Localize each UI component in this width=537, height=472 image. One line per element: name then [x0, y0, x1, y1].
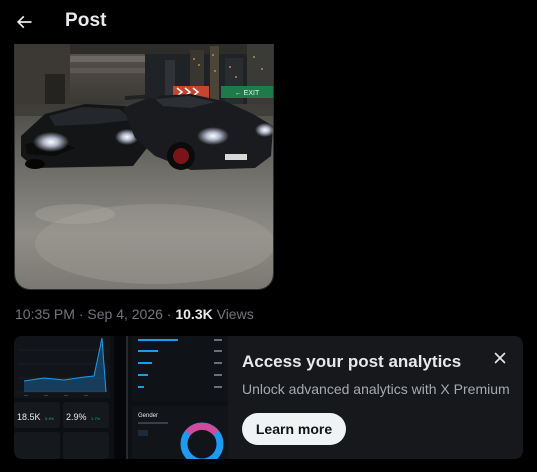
page-title: Post: [65, 10, 107, 31]
post-image[interactable]: ← EXIT: [14, 44, 274, 290]
dismiss-button[interactable]: [490, 348, 510, 368]
back-button[interactable]: [8, 6, 40, 38]
meta-separator: ·: [162, 306, 176, 322]
analytics-upsell-card: 18.5K 5.4% 2.9% 1.7% Gender Access your …: [14, 336, 523, 459]
card-subtitle: Unlock advanced analytics with X Premium: [242, 381, 510, 397]
exit-sign-text: ← EXIT: [235, 90, 260, 97]
meta-separator: ·: [74, 306, 88, 322]
preview-stat1-value: 18.5K: [17, 412, 41, 422]
learn-more-button[interactable]: Learn more: [242, 413, 346, 445]
views-label: Views: [212, 306, 254, 322]
views-count: 10.3K: [175, 306, 213, 322]
card-title: Access your post analytics: [242, 352, 462, 371]
preview-stat1-delta: 5.4%: [45, 416, 55, 421]
preview-stat2-delta: 1.7%: [91, 416, 101, 421]
close-icon: [494, 352, 506, 364]
post-time[interactable]: 10:35 PM: [15, 306, 75, 322]
post-metadata: 10:35 PM · Sep 4, 2026 · 10.3K Views: [15, 306, 254, 322]
top-bar: Post: [0, 0, 537, 44]
analytics-preview-image: 18.5K 5.4% 2.9% 1.7% Gender: [14, 336, 228, 459]
preview-gender-label: Gender: [138, 413, 158, 419]
preview-stat2-value: 2.9%: [66, 412, 87, 422]
post-date[interactable]: Sep 4, 2026: [87, 306, 163, 322]
arrow-left-icon: [16, 15, 32, 29]
